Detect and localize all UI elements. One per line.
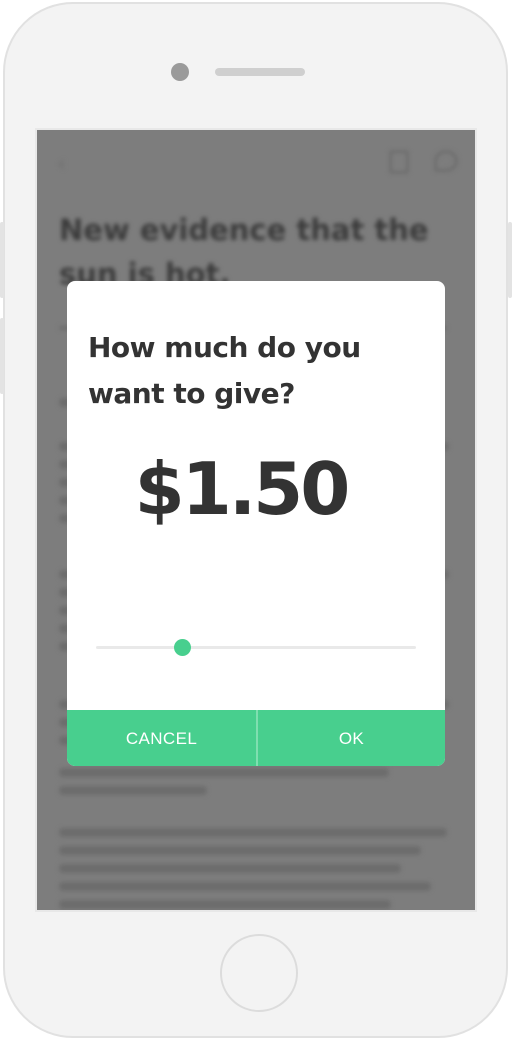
donation-dialog: How much do you want to give? $1.50 CANC… (67, 281, 445, 766)
volume-down-button (0, 318, 4, 394)
amount-slider[interactable] (96, 637, 416, 659)
earpiece-speaker (215, 68, 305, 76)
donation-amount: $1.50 (134, 447, 351, 531)
ok-button[interactable]: OK (258, 710, 445, 766)
home-button[interactable] (220, 934, 298, 1012)
power-button (508, 222, 512, 298)
cancel-button[interactable]: CANCEL (67, 710, 256, 766)
dialog-title: How much do you want to give? (88, 331, 361, 410)
slider-track[interactable] (96, 646, 416, 649)
volume-up-button (0, 222, 4, 298)
front-camera (171, 63, 189, 81)
slider-thumb[interactable] (174, 639, 192, 656)
